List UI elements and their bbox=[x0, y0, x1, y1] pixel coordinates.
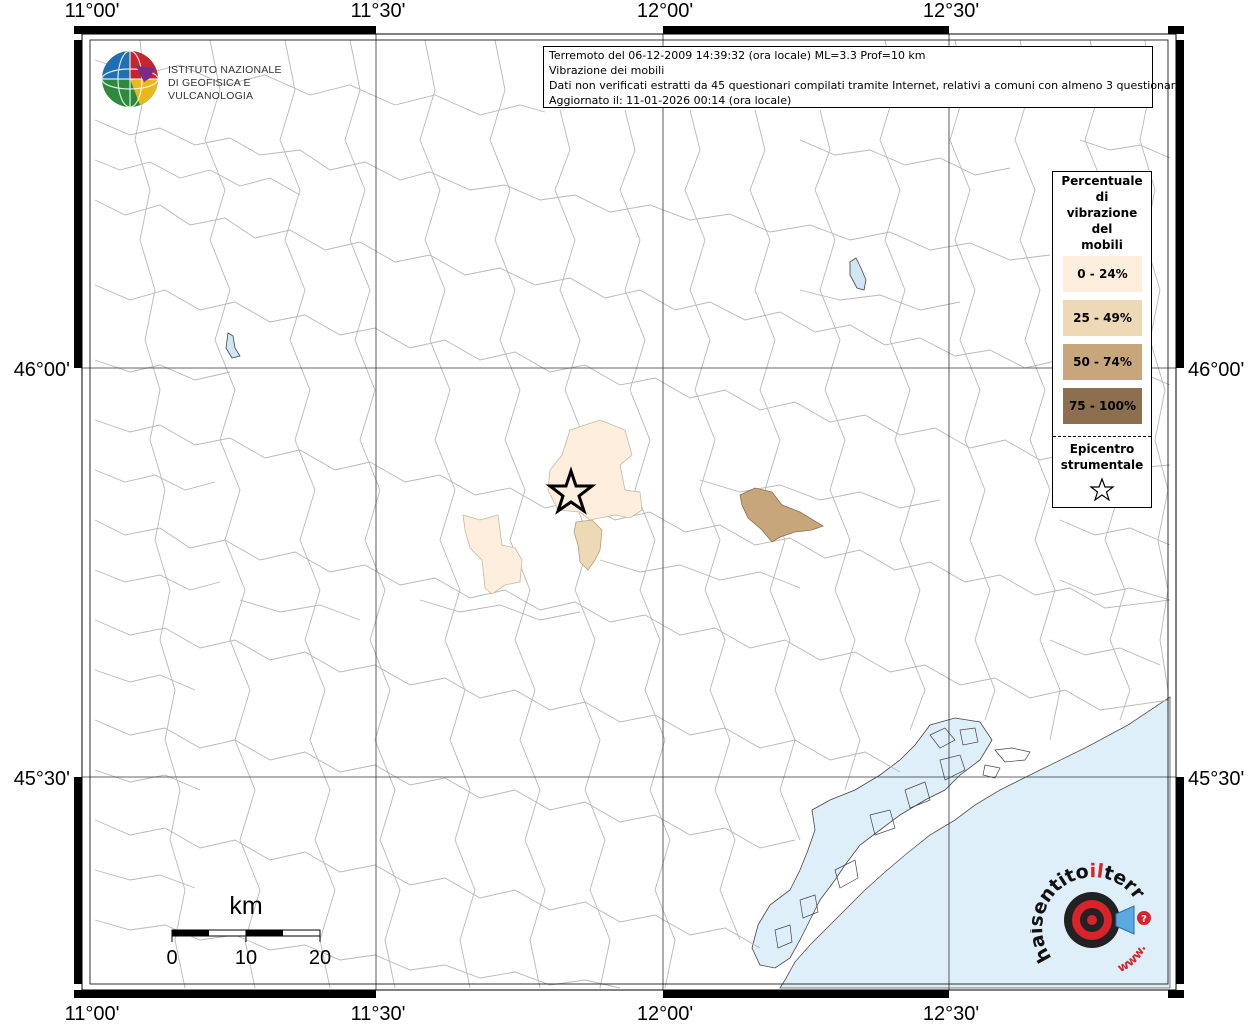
lon-label-bottom-4: 12°30' bbox=[923, 1003, 979, 1024]
legend-item-25-49: 25 - 49% bbox=[1063, 300, 1142, 336]
event-updated: Aggiornato il: 11-01-2026 00:14 (ora loc… bbox=[549, 94, 792, 107]
svg-text:www.: www. bbox=[1115, 942, 1149, 975]
lake-santa-croce bbox=[849, 257, 867, 291]
scale-tick-0: 0 bbox=[166, 947, 177, 968]
lon-label-top-2: 11°30' bbox=[351, 0, 406, 22]
legend-title-line: vibrazione bbox=[1066, 206, 1138, 220]
legend-epicenter-line: Epicentro bbox=[1069, 442, 1135, 456]
legend-item-50-74: 50 - 74% bbox=[1063, 344, 1142, 380]
lon-label-top-4: 12°30' bbox=[923, 0, 979, 22]
legend-epicenter-line: strumentale bbox=[1060, 458, 1144, 472]
globe-icon bbox=[101, 50, 159, 108]
lon-label-top-1: 11°00' bbox=[65, 0, 120, 22]
municipality-0-24pct-west bbox=[462, 514, 523, 595]
legend-title-line: Percentuale bbox=[1061, 174, 1143, 188]
svg-text:?: ? bbox=[1141, 914, 1147, 925]
legend-divider bbox=[1053, 436, 1151, 437]
event-info-box: Terremoto del 06-12-2009 14:39:32 (ora l… bbox=[543, 46, 1182, 108]
lon-label-top-3: 12°00' bbox=[637, 0, 693, 22]
ingv-name-line1: ISTITUTO NAZIONALE bbox=[168, 64, 282, 76]
municipality-0-24pct-north bbox=[547, 419, 643, 521]
legend-title: Percentuale di vibrazione del mobili bbox=[1053, 173, 1151, 253]
star-outline-icon bbox=[1089, 477, 1115, 501]
event-parameter: Vibrazione dei mobili bbox=[549, 64, 665, 77]
scale-tick-20: 20 bbox=[309, 947, 331, 968]
legend-item-0-24: 0 - 24% bbox=[1063, 256, 1142, 292]
legend-title-line: mobili bbox=[1081, 238, 1123, 252]
haisentitoilterremoto-logo: ? haisentitoilterremoto.it www. bbox=[1030, 860, 1151, 975]
lat-label-right-2: 45°30' bbox=[1188, 768, 1244, 790]
scale-tick-10: 10 bbox=[235, 947, 257, 968]
municipality-25-49pct-south bbox=[573, 519, 603, 571]
scale-unit-label: km bbox=[229, 892, 262, 920]
scale-bar: km 0 10 20 bbox=[166, 892, 331, 968]
lon-label-bottom-2: 11°30' bbox=[351, 1003, 406, 1024]
ingv-logo: ISTITUTO NAZIONALE DI GEOFISICA E VULCAN… bbox=[100, 48, 320, 110]
legend-title-line: di bbox=[1095, 190, 1109, 204]
lake-levico bbox=[225, 332, 241, 359]
legend: Percentuale di vibrazione del mobili 0 -… bbox=[1052, 171, 1152, 508]
megaphone-icon bbox=[1115, 905, 1135, 935]
brand-web-label: www. bbox=[1115, 942, 1149, 975]
lon-label-bottom-3: 12°00' bbox=[637, 1003, 693, 1024]
lat-label-right-1: 46°00' bbox=[1188, 359, 1244, 381]
ingv-name-line2: DI GEOFISICA E VULCANOLOGIA bbox=[168, 77, 254, 102]
lat-label-left-1: 46°00' bbox=[14, 359, 70, 381]
legend-item-75-100: 75 - 100% bbox=[1063, 388, 1142, 424]
legend-title-line: del bbox=[1091, 222, 1113, 236]
event-header: Terremoto del 06-12-2009 14:39:32 (ora l… bbox=[549, 49, 926, 62]
event-data-note: Dati non verificati estratti da 45 quest… bbox=[549, 79, 1182, 92]
legend-epicenter-label: Epicentro strumentale bbox=[1053, 441, 1151, 473]
lat-label-left-2: 45°30' bbox=[14, 768, 70, 790]
lon-label-bottom-1: 11°00' bbox=[65, 1003, 120, 1024]
